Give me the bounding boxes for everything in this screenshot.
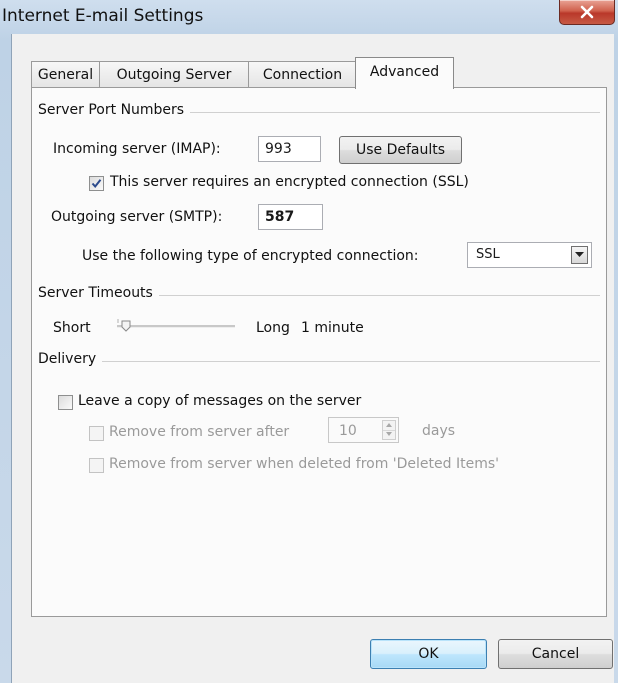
remove-deleted-label: Remove from server when deleted from 'De… [109, 456, 499, 472]
remove-after-checkbox[interactable] [89, 426, 104, 441]
timeout-short-label: Short [53, 320, 91, 336]
dialog-client: General Outgoing Server Connection Advan… [11, 34, 614, 683]
title-bar[interactable]: Internet E-mail Settings [0, 0, 618, 34]
ok-button[interactable]: OK [370, 639, 487, 669]
remove-after-days-spinner[interactable]: 10 [328, 417, 399, 443]
encryption-type-value: SSL [476, 247, 500, 262]
close-button[interactable] [559, 0, 615, 25]
dropdown-arrow-button[interactable] [571, 246, 588, 264]
checkmark-icon [91, 179, 102, 189]
button-bar: OK Cancel [12, 619, 614, 683]
delivery-heading: Delivery [38, 351, 103, 367]
window-title: Internet E-mail Settings [2, 6, 204, 26]
remove-after-days-value: 10 [339, 423, 357, 439]
arrow-down-icon [386, 432, 392, 436]
leave-copy-checkbox[interactable] [58, 395, 73, 410]
spin-down-button[interactable] [383, 430, 395, 439]
encryption-type-dropdown[interactable]: SSL [467, 242, 592, 268]
timeout-long-label: Long [256, 320, 290, 336]
tab-advanced[interactable]: Advanced [355, 57, 454, 89]
tab-connection-label: Connection [262, 67, 343, 83]
arrow-up-icon [386, 423, 392, 427]
tab-general[interactable]: General [31, 61, 100, 88]
slider-tick-icon [117, 319, 119, 323]
incoming-server-label: Incoming server (IMAP): [53, 141, 221, 157]
incoming-ssl-checkbox[interactable] [89, 176, 104, 191]
tab-connection[interactable]: Connection [248, 61, 357, 88]
timeout-slider-track[interactable] [117, 325, 235, 328]
dialog-window: Internet E-mail Settings General Outgoin… [0, 0, 618, 683]
tab-outgoing-server[interactable]: Outgoing Server [99, 61, 249, 88]
timeout-value-label: 1 minute [301, 320, 364, 336]
encryption-type-label: Use the following type of encrypted conn… [82, 248, 419, 264]
cancel-label: Cancel [531, 646, 580, 662]
chevron-down-icon [575, 252, 584, 257]
incoming-ssl-label: This server requires an encrypted connec… [110, 174, 469, 190]
ok-label: OK [418, 646, 439, 662]
close-icon [580, 5, 594, 19]
remove-deleted-checkbox[interactable] [89, 458, 104, 473]
incoming-port-input[interactable]: 993 [258, 136, 321, 162]
cancel-button[interactable]: Cancel [498, 639, 613, 669]
remove-after-label: Remove from server after [109, 424, 290, 440]
tab-general-label: General [37, 67, 94, 83]
tab-outgoing-server-label: Outgoing Server [116, 67, 232, 83]
tab-advanced-label: Advanced [369, 64, 440, 80]
group-divider [38, 361, 600, 362]
use-defaults-button[interactable]: Use Defaults [339, 136, 462, 164]
spinner-buttons [382, 420, 396, 440]
days-label: days [422, 423, 456, 439]
server-timeouts-heading: Server Timeouts [38, 285, 159, 301]
outgoing-server-label: Outgoing server (SMTP): [51, 209, 223, 225]
leave-copy-label: Leave a copy of messages on the server [78, 393, 362, 409]
server-port-numbers-heading: Server Port Numbers [38, 102, 191, 118]
use-defaults-label: Use Defaults [355, 142, 446, 158]
advanced-tab-panel: Server Port Numbers Incoming server (IMA… [31, 87, 607, 617]
outgoing-port-input[interactable]: 587 [258, 204, 323, 230]
